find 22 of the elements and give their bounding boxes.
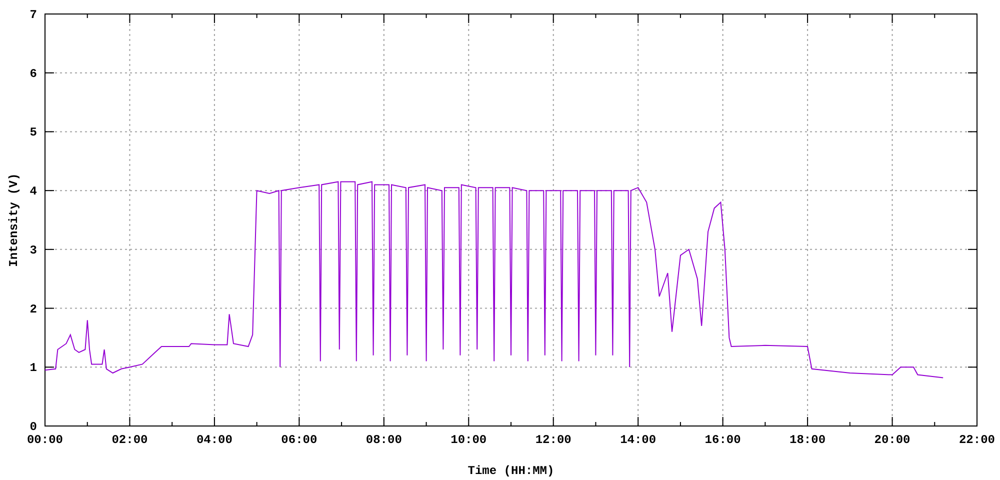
x-tick-label: 12:00 (535, 433, 572, 447)
x-tick-label: 00:00 (27, 433, 63, 447)
x-axis-title: Time (HH:MM) (468, 464, 554, 478)
x-tick-label: 16:00 (704, 433, 741, 447)
y-tick-label: 5 (30, 126, 37, 140)
y-tick-label: 7 (30, 8, 37, 22)
x-tick-label: 10:00 (450, 433, 487, 447)
y-tick-label: 2 (30, 302, 37, 316)
y-tick-label: 6 (30, 66, 37, 81)
y-tick-label: 1 (30, 361, 37, 376)
y-axis-title: Intensity (V) (7, 173, 21, 267)
x-tick-label: 08:00 (366, 433, 402, 447)
x-tick-label: 14:00 (620, 433, 656, 447)
x-tick-label: 20:00 (874, 433, 910, 447)
x-tick-label: 22:00 (959, 433, 995, 447)
x-tick-label: 02:00 (112, 433, 148, 447)
x-tick-label: 06:00 (281, 433, 318, 447)
x-tick-label: 04:00 (196, 433, 232, 447)
y-tick-label: 4 (30, 184, 37, 199)
x-tick-label: 18:00 (790, 433, 826, 447)
y-tick-label: 3 (30, 243, 37, 258)
y-tick-label: 0 (30, 420, 37, 434)
